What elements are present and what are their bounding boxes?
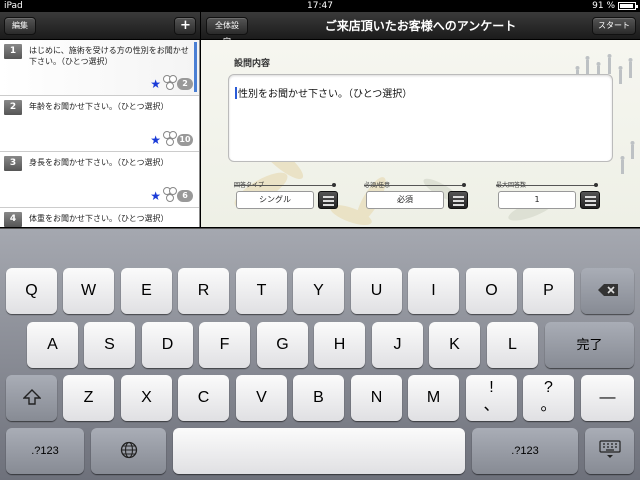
key-question[interactable]: ?。 [523,375,574,421]
key-u[interactable]: U [351,268,402,314]
comma-label: 、 [483,397,500,414]
exclamation-label: ! [489,379,494,396]
key-f[interactable]: F [199,322,250,368]
status-bar: iPad 17:47 91 % [0,0,640,12]
question-text: 年齢をお聞かせ下さい。（ひとつ選択） [29,102,169,111]
choices-badge: 2 [163,75,193,91]
key-v[interactable]: V [236,375,287,421]
key-p[interactable]: P [523,268,574,314]
key-j[interactable]: J [372,322,423,368]
question-textarea-value: 性別をお聞かせ下さい。（ひとつ選択） [238,89,413,100]
key-i[interactable]: I [408,268,459,314]
star-icon: ★ [150,77,161,91]
question-editor: 設問内容 性別をお聞かせ下さい。（ひとつ選択） 回答タイプ シングル 必須/任意… [201,40,640,227]
question-number: 2 [4,100,22,115]
answer-type-value[interactable]: シングル [236,191,314,209]
key-q[interactable]: Q [6,268,57,314]
max-answers-field: 最大回答数 1 [496,180,636,210]
key-s[interactable]: S [84,322,135,368]
key-h[interactable]: H [314,322,365,368]
space-key[interactable] [173,428,465,474]
question-content-label: 設問内容 [234,59,271,69]
key-y[interactable]: Y [293,268,344,314]
key-exclamation[interactable]: !、 [466,375,517,421]
question-list: 1 はじめに、施術を受ける方の性別をお聞かせ下さい。（ひとつ選択） ★ 2 2 … [0,40,200,227]
choices-badge: 6 [163,187,193,203]
clock: 17:47 [307,1,333,11]
key-t[interactable]: T [236,268,287,314]
page-title: ご来店頂いたお客様へのアンケート [324,19,517,33]
required-field: 必須/任意 必須 [364,180,504,210]
hide-keyboard-key[interactable] [585,428,634,474]
key-c[interactable]: C [178,375,229,421]
question-text: 体重をお聞かせ下さい。（ひとつ選択） [29,214,169,223]
numbers-key-right[interactable]: .?123 [472,428,578,474]
period-label: 。 [540,397,557,414]
list-picker-icon[interactable] [318,191,338,209]
detail-navbar: ご来店頂いたお客様へのアンケート 全体設定 スタート [201,12,640,46]
key-z[interactable]: Z [63,375,114,421]
key-dash[interactable]: — [581,375,634,421]
start-button[interactable]: スタート [592,17,636,35]
choices-count: 10 [177,134,193,146]
question-item[interactable]: 2 年齢をお聞かせ下さい。（ひとつ選択） ★ 10 [0,96,199,152]
required-value[interactable]: 必須 [366,191,444,209]
shift-key[interactable] [6,375,57,421]
question-text: はじめに、施術を受ける方の性別をお聞かせ下さい。（ひとつ選択） [29,46,189,66]
question-item[interactable]: 4 体重をお聞かせ下さい。（ひとつ選択） [0,208,199,227]
question-number: 3 [4,156,22,171]
choices-count: 6 [177,190,193,202]
question-item[interactable]: 1 はじめに、施術を受ける方の性別をお聞かせ下さい。（ひとつ選択） ★ 2 [0,40,199,96]
star-icon: ★ [150,189,161,203]
done-key[interactable]: 完了 [545,322,634,368]
key-w[interactable]: W [63,268,114,314]
key-m[interactable]: M [408,375,459,421]
question-number: 4 [4,212,22,227]
key-o[interactable]: O [466,268,517,314]
key-b[interactable]: B [293,375,344,421]
question-item[interactable]: 3 身長をお聞かせ下さい。（ひとつ選択） ★ 6 [0,152,199,208]
battery-area: 91 % [592,0,638,12]
global-settings-button[interactable]: 全体設定 [206,17,248,46]
list-navbar: 編集 + [0,12,200,40]
question-mark-label: ? [544,379,553,396]
backspace-icon [597,284,618,296]
question-text: 身長をお聞かせ下さい。（ひとつ選択） [29,158,169,167]
key-n[interactable]: N [351,375,402,421]
key-d[interactable]: D [142,322,193,368]
globe-icon [120,441,137,459]
shift-arrow-icon [21,389,42,405]
battery-icon [618,2,638,10]
question-textarea[interactable]: 性別をお聞かせ下さい。（ひとつ選択） [228,74,613,162]
hide-keyboard-icon [598,440,621,458]
key-g[interactable]: G [257,322,308,368]
edit-button[interactable]: 編集 [4,17,36,35]
answer-type-field: 回答タイプ シングル [234,180,374,210]
star-icon: ★ [150,133,161,147]
list-picker-icon[interactable] [580,191,600,209]
key-r[interactable]: R [178,268,229,314]
choices-count: 2 [177,78,193,90]
max-answers-value[interactable]: 1 [498,191,576,209]
choices-badge: 10 [163,131,193,147]
key-a[interactable]: A [27,322,78,368]
question-number: 1 [4,44,22,59]
text-cursor [235,87,237,99]
numbers-key[interactable]: .?123 [6,428,84,474]
battery-percent: 91 % [592,1,615,11]
backspace-key[interactable] [581,268,634,314]
list-picker-icon[interactable] [448,191,468,209]
onscreen-keyboard: Q W E R T Y U I O P A S D F G H J K L 完了… [0,228,640,480]
key-x[interactable]: X [121,375,172,421]
add-button[interactable]: + [174,17,196,35]
key-k[interactable]: K [429,322,480,368]
key-e[interactable]: E [121,268,172,314]
globe-key[interactable] [91,428,166,474]
key-l[interactable]: L [487,322,538,368]
